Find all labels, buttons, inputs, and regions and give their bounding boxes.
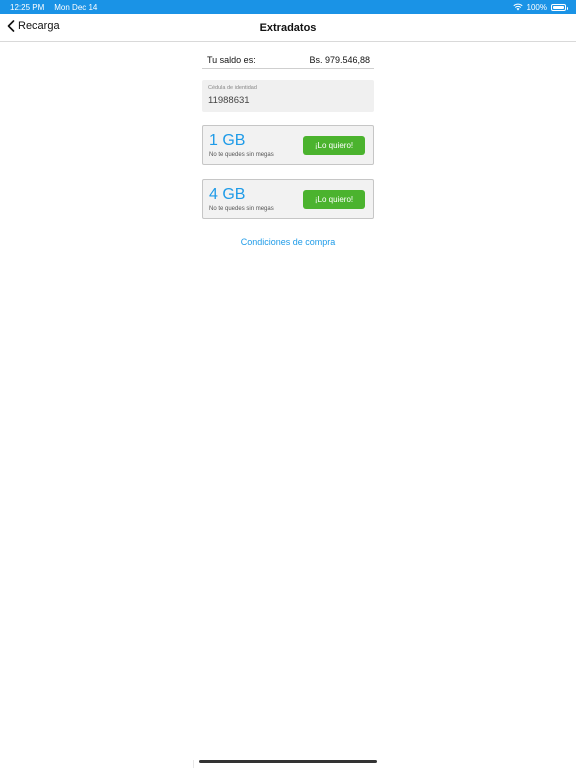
id-number-label: Cédula de identidad xyxy=(208,85,257,91)
main-content: Tu saldo es: Bs. 979.546,88 Cédula de id… xyxy=(202,52,374,247)
balance-row: Tu saldo es: Bs. 979.546,88 xyxy=(202,52,374,69)
balance-value: Bs. 979.546,88 xyxy=(309,55,370,65)
status-left: 12:25 PM Mon Dec 14 xyxy=(10,3,97,12)
plan-description: No te quedes sin megas xyxy=(209,206,274,212)
plan-card-4gb: 4 GB No te quedes sin megas ¡Lo quiero! xyxy=(202,179,374,219)
plan-size: 1 GB xyxy=(209,132,246,149)
balance-label: Tu saldo es: xyxy=(207,55,256,65)
battery-icon xyxy=(551,3,568,11)
plan-card-1gb: 1 GB No te quedes sin megas ¡Lo quiero! xyxy=(202,125,374,165)
plan-size: 4 GB xyxy=(209,186,246,203)
plan-description: No te quedes sin megas xyxy=(209,152,274,158)
wifi-icon xyxy=(512,3,523,11)
battery-percent: 100% xyxy=(526,2,547,12)
id-number-value[interactable]: 11988631 xyxy=(208,95,368,106)
status-date: Mon Dec 14 xyxy=(54,2,98,12)
buy-1gb-button[interactable]: ¡Lo quiero! xyxy=(303,136,365,155)
home-indicator[interactable] xyxy=(199,760,377,763)
battery-fill xyxy=(553,5,564,9)
divider xyxy=(193,760,194,768)
page-title: Extradatos xyxy=(259,22,317,34)
buy-4gb-button[interactable]: ¡Lo quiero! xyxy=(303,190,365,209)
status-time: 12:25 PM xyxy=(10,2,45,12)
id-number-field[interactable]: Cédula de identidad 11988631 xyxy=(202,80,374,112)
nav-bar: Recarga Extradatos xyxy=(0,14,576,42)
purchase-terms-link[interactable]: Condiciones de compra xyxy=(202,237,374,247)
status-bar: 12:25 PM Mon Dec 14 100% xyxy=(0,0,576,14)
status-right: 100% xyxy=(512,2,568,12)
